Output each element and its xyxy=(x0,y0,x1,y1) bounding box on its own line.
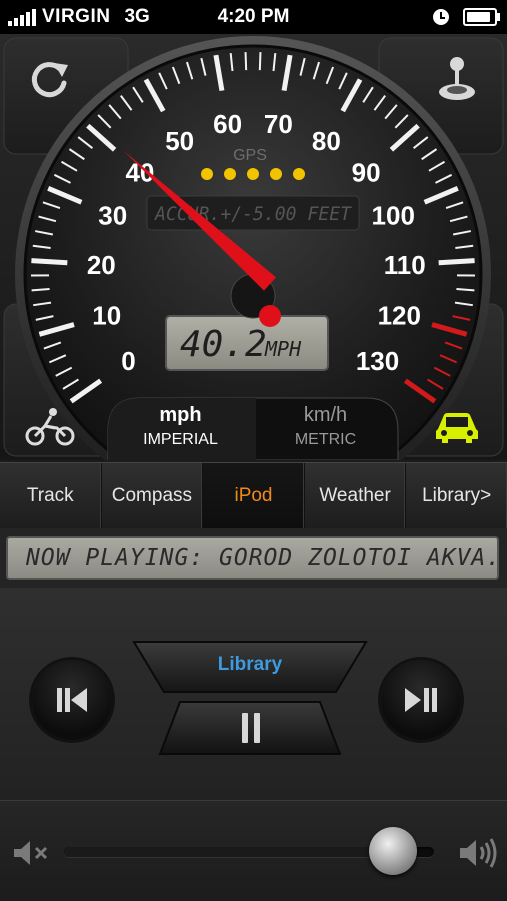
battery-icon xyxy=(463,8,497,26)
joystick-button[interactable] xyxy=(407,34,507,124)
volume-control xyxy=(0,800,507,901)
speed-scale-label: 50 xyxy=(165,126,194,156)
refresh-icon xyxy=(28,57,72,101)
speed-scale-label: 130 xyxy=(356,346,399,376)
tab-compass[interactable]: Compass xyxy=(102,463,204,529)
minor-tick xyxy=(246,52,247,70)
speed-scale-label: 100 xyxy=(372,200,415,230)
play-pause-icon xyxy=(403,685,439,715)
music-player: Library xyxy=(0,588,507,800)
volume-slider[interactable] xyxy=(64,847,434,857)
volume-max-icon[interactable] xyxy=(458,837,500,869)
metric-label: METRIC xyxy=(295,431,356,449)
metric-unit-button[interactable]: km/h METRIC xyxy=(253,394,398,458)
needle-hub xyxy=(259,305,281,327)
speed-unit-readout: MPH xyxy=(264,337,302,361)
minor-tick xyxy=(260,52,261,70)
pause-button-shape xyxy=(158,700,342,756)
now-playing-bar: NOW PLAYING: GOROD ZOLOTOI AKVA... xyxy=(0,528,507,588)
previous-track-icon xyxy=(55,685,89,715)
imperial-unit: mph xyxy=(159,404,201,427)
metric-unit: km/h xyxy=(304,404,347,427)
play-pause-button[interactable] xyxy=(381,660,461,740)
gps-dot xyxy=(201,168,213,180)
speed-scale-label: 10 xyxy=(92,300,121,330)
pause-button[interactable] xyxy=(158,700,342,756)
speed-scale-label: 40 xyxy=(125,157,154,187)
speed-scale-label: 80 xyxy=(312,126,341,156)
speedometer-panel: 0102030405060708090100110120130 GPS ACCU… xyxy=(0,34,507,460)
tab-track[interactable]: Track xyxy=(0,463,102,529)
car-icon xyxy=(434,409,480,445)
minor-tick xyxy=(456,289,474,290)
imperial-label: IMPERIAL xyxy=(143,431,218,449)
minor-tick xyxy=(32,289,50,290)
library-button[interactable]: Library xyxy=(130,640,370,694)
signal-strength-icon xyxy=(8,8,36,26)
now-playing-text: NOW PLAYING: GOROD ZOLOTOI AKVA... xyxy=(6,536,499,580)
volume-slider-knob[interactable] xyxy=(369,827,417,875)
reset-button[interactable] xyxy=(0,34,100,124)
mute-icon[interactable] xyxy=(12,839,50,867)
major-tick xyxy=(31,261,67,263)
speed-scale-label: 120 xyxy=(378,300,421,330)
gps-label: GPS xyxy=(233,147,267,164)
carrier-name: VIRGIN xyxy=(42,6,110,28)
status-bar: VIRGIN 3G 4:20 PM xyxy=(0,0,507,34)
speed-scale-label: 60 xyxy=(213,109,242,139)
bicycle-icon xyxy=(25,406,75,448)
bicycle-mode-button[interactable] xyxy=(0,394,100,460)
speed-scale-label: 30 xyxy=(98,200,127,230)
speed-scale-label: 0 xyxy=(121,346,135,376)
gps-dot xyxy=(224,168,236,180)
tab-weather[interactable]: Weather xyxy=(305,463,407,529)
previous-track-button[interactable] xyxy=(32,660,112,740)
gps-dot xyxy=(293,168,305,180)
unit-toggle: mph IMPERIAL km/h METRIC xyxy=(108,394,398,458)
speed-scale-label: 110 xyxy=(384,250,426,280)
speed-scale-label: 70 xyxy=(264,109,293,139)
car-mode-button[interactable] xyxy=(407,394,507,460)
speed-scale-label: 20 xyxy=(87,250,116,280)
network-type: 3G xyxy=(124,6,149,28)
library-label: Library xyxy=(130,654,370,676)
imperial-unit-button[interactable]: mph IMPERIAL xyxy=(108,394,253,458)
tab-library[interactable]: Library> xyxy=(406,463,507,529)
tab-ipod[interactable]: iPod xyxy=(203,463,305,529)
gps-dot xyxy=(247,168,259,180)
speed-readout: 40.2 xyxy=(180,324,267,365)
speed-scale-label: 90 xyxy=(352,157,381,187)
tab-bar: Track Compass iPod Weather Library> xyxy=(0,462,507,530)
joystick-icon xyxy=(435,54,479,104)
alarm-clock-icon xyxy=(433,9,449,25)
gps-dot xyxy=(270,168,282,180)
major-tick xyxy=(439,261,475,263)
